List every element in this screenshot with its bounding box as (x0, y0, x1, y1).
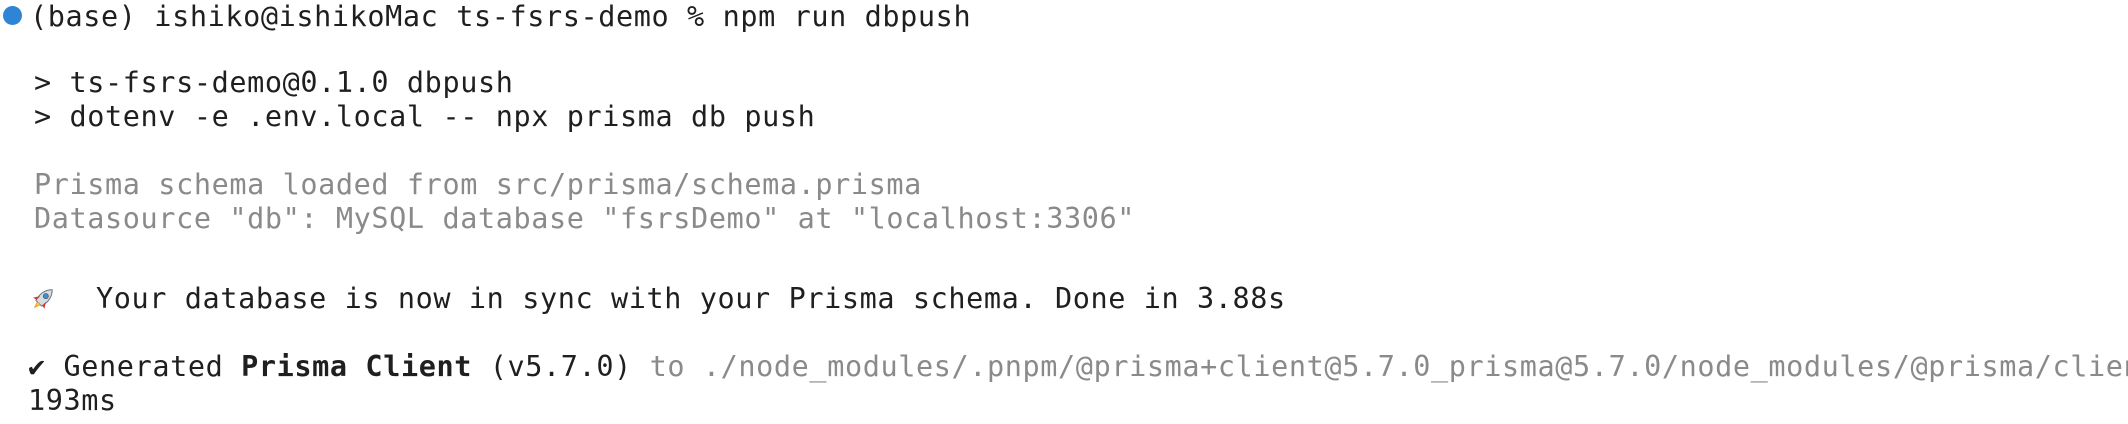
sync-message: Your database is now in sync with your P… (96, 282, 1286, 315)
client-name: Prisma Client (241, 350, 472, 383)
script-line-command: > dotenv -e .env.local -- npx prisma db … (34, 100, 816, 133)
prompt-line: (base) ishiko@ishikoMac ts-fsrs-demo % n… (30, 0, 972, 33)
check-mark-icon: ✔ (28, 350, 46, 383)
info-line-schema: Prisma schema loaded from src/prisma/sch… (34, 168, 922, 201)
generated-duration: 193ms (28, 384, 117, 417)
rocket-icon (33, 289, 53, 309)
script-line-name: > ts-fsrs-demo@0.1.0 dbpush (34, 66, 514, 99)
client-version: (v5.7.0) (489, 350, 632, 383)
generated-prefix: Generated (63, 350, 242, 383)
info-line-datasource: Datasource "db": MySQL database "fsrsDem… (34, 202, 1136, 235)
command-status-dot (3, 6, 22, 25)
terminal-window[interactable]: (base) ishiko@ishikoMac ts-fsrs-demo % n… (0, 0, 2128, 424)
generated-line: ✔ Generated Prisma Client (v5.7.0) to ./… (28, 350, 2128, 384)
client-output-path: to ./node_modules/.pnpm/@prisma+client@5… (649, 350, 2128, 383)
